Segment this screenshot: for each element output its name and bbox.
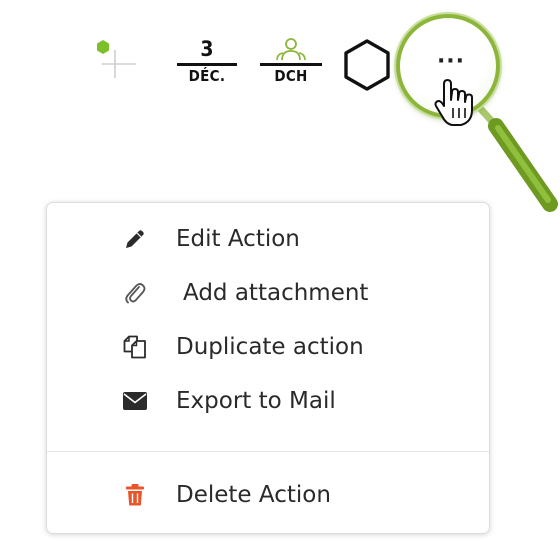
ellipsis-icon: ···	[436, 49, 466, 74]
menu-item-label: Edit Action	[176, 226, 300, 252]
paperclip-icon	[121, 280, 149, 306]
pencil-icon	[121, 226, 149, 252]
add-green-dot-icon[interactable]	[94, 38, 136, 80]
menu-item-label: Add attachment	[183, 280, 369, 306]
menu-item-delete-action[interactable]: Delete Action	[47, 470, 489, 520]
duplicate-icon	[121, 334, 149, 360]
assignee-initials: DCH	[274, 67, 308, 85]
envelope-icon	[121, 388, 149, 414]
trash-icon	[121, 482, 149, 508]
menu-item-label: Duplicate action	[176, 334, 364, 360]
due-date-fraction[interactable]: 3 DÉC.	[177, 38, 237, 84]
user-group-icon	[276, 38, 306, 61]
action-toolbar: 3 DÉC. DCH ···	[0, 0, 560, 212]
menu-divider	[47, 451, 489, 452]
menu-item-label: Delete Action	[176, 482, 331, 508]
date-day: 3	[200, 37, 214, 61]
menu-item-add-attachment[interactable]: Add attachment	[47, 268, 489, 318]
menu-item-export-to-mail[interactable]: Export to Mail	[47, 376, 489, 426]
fraction-bar	[260, 63, 322, 66]
date-month: DÉC.	[188, 67, 226, 85]
hexagon-status-icon[interactable]	[342, 38, 392, 92]
assignee-fraction[interactable]: DCH	[260, 38, 322, 84]
hand-pointer-cursor-icon	[434, 79, 473, 126]
menu-item-label: Export to Mail	[176, 388, 336, 414]
magnifier-handle-icon	[474, 102, 558, 212]
fraction-bar	[177, 63, 237, 66]
menu-item-duplicate-action[interactable]: Duplicate action	[47, 322, 489, 372]
action-options-menu: Edit Action Add attachment Duplicate act…	[46, 202, 490, 534]
assignee-icon-wrap	[260, 38, 322, 62]
menu-item-edit-action[interactable]: Edit Action	[47, 214, 489, 264]
